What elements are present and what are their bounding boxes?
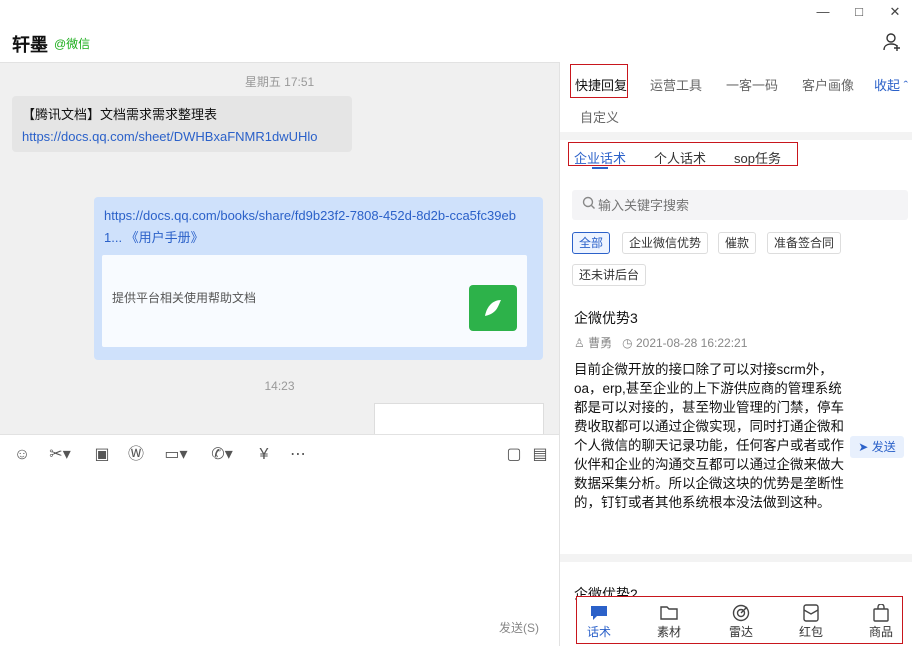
send-script-label: 发送 <box>871 440 896 454</box>
red-envelope-icon[interactable]: ¥ <box>254 445 274 465</box>
quick-reply-panel: 快捷回复 运营工具 一客一码 客户画像 收起 ˆ 自定义 企业话术 个人话术 s… <box>559 62 912 646</box>
divider <box>560 554 912 562</box>
nav-label: 商品 <box>868 625 893 639</box>
nav-radar[interactable]: 雷达 <box>721 603 761 640</box>
radar-icon <box>721 603 761 623</box>
script-author: 曹勇 <box>588 336 613 350</box>
chat-header: 轩墨 @微信 <box>0 20 912 62</box>
clock-icon: ◷ <box>622 336 633 350</box>
nav-products[interactable]: 商品 <box>861 603 901 640</box>
send-button[interactable]: 发送(S) <box>499 619 539 636</box>
tab-custom[interactable]: 自定义 <box>580 107 619 126</box>
user-icon: ♙ <box>574 336 585 350</box>
filter-chip[interactable]: 准备签合同 <box>767 232 842 254</box>
maximize-button[interactable]: □ <box>852 4 866 20</box>
window-controls: — □ ✕ <box>816 4 902 20</box>
message-input[interactable]: 发送(S) <box>0 472 559 646</box>
folder-icon[interactable]: ▭▾ <box>162 445 190 465</box>
send-icon: ➤ <box>858 440 869 454</box>
script-content: 目前企微开放的接口除了可以对接scrm外，oa，erp,甚至企业的上下游供应商的… <box>574 362 844 510</box>
chat-toolbar: ☺ ✂▾ ▣ Ⓦ ▭▾ ✆▾ ¥ ⋯ ▢ ▤ <box>0 434 559 472</box>
tab-customer-profile[interactable]: 客户画像 <box>802 75 854 94</box>
nav-red-packet[interactable]: 红包 <box>791 603 831 640</box>
red-packet-icon <box>791 603 831 623</box>
subtab-enterprise-scripts[interactable]: 企业话术 <box>574 148 626 167</box>
nav-label: 雷达 <box>728 625 753 639</box>
tab-ops-tools[interactable]: 运营工具 <box>650 75 702 94</box>
subtab-sop-tasks[interactable]: sop任务 <box>734 148 781 167</box>
active-tab-indicator <box>592 167 608 169</box>
script-time: 2021-08-28 16:22:21 <box>635 336 748 350</box>
chat-message-area[interactable]: 星期五 17:51 【腾讯文档】文档需求需求整理表 https://docs.q… <box>0 62 559 434</box>
nav-label: 素材 <box>656 625 681 639</box>
word-doc-icon[interactable]: Ⓦ <box>126 445 146 465</box>
tool-tabs: 快捷回复 运营工具 一客一码 客户画像 收起 ˆ 自定义 <box>560 62 912 132</box>
collapse-label: 收起 <box>874 78 901 93</box>
add-member-icon[interactable] <box>882 32 902 52</box>
divider <box>560 132 912 140</box>
filter-chip-all[interactable]: 全部 <box>572 232 611 254</box>
card-link[interactable]: https://docs.qq.com/books/share/fd9b23f2… <box>104 205 533 249</box>
search-icon <box>582 196 595 209</box>
timestamp: 星期五 17:51 <box>244 75 315 89</box>
script-meta: ♙ 曹勇 ◷ 2021-08-28 16:22:21 <box>574 334 747 351</box>
search-input[interactable] <box>598 195 898 215</box>
bottom-nav: 话术 素材 雷达 红包 商品 <box>576 596 903 644</box>
subtab-personal-scripts[interactable]: 个人话术 <box>654 148 706 167</box>
folder-icon <box>649 603 689 623</box>
contact-name: 轩墨 <box>12 35 48 55</box>
image-icon[interactable]: ▣ <box>92 445 112 465</box>
search-box[interactable] <box>572 190 908 220</box>
filter-chip[interactable]: 企业微信优势 <box>622 232 709 254</box>
send-script-button[interactable]: ➤ 发送 <box>850 436 904 458</box>
message-bubble[interactable]: 【腾讯文档】文档需求需求整理表 https://docs.qq.com/shee… <box>12 96 352 152</box>
message-link[interactable]: https://docs.qq.com/sheet/DWHBxaFNMR1dwU… <box>22 126 342 148</box>
card-preview[interactable]: 提供平台相关使用帮助文档 <box>102 255 527 347</box>
chevron-up-icon: ˆ <box>903 78 908 93</box>
timestamp: 14:23 <box>264 379 295 393</box>
emoji-icon[interactable]: ☺ <box>12 445 32 465</box>
nav-scripts[interactable]: 话术 <box>579 603 619 640</box>
app-logo-icon <box>469 285 517 331</box>
nav-label: 话术 <box>586 625 611 639</box>
chat-bubble-icon <box>579 603 619 623</box>
collapse-button[interactable]: 收起 ˆ <box>874 75 908 94</box>
filter-chip[interactable]: 催款 <box>718 232 757 254</box>
scissors-icon[interactable]: ✂▾ <box>46 445 74 465</box>
shopping-bag-icon <box>861 603 901 623</box>
close-button[interactable]: ✕ <box>888 4 902 20</box>
sidebar-toggle-icon[interactable]: ▤ <box>530 445 550 465</box>
card-description: 提供平台相关使用帮助文档 <box>112 291 257 305</box>
phone-icon[interactable]: ✆▾ <box>208 445 236 465</box>
message-text: 【腾讯文档】文档需求需求整理表 <box>22 107 218 122</box>
nav-label: 红包 <box>798 625 823 639</box>
link-card-message[interactable]: https://docs.qq.com/books/share/fd9b23f2… <box>94 197 543 360</box>
chat-record-icon[interactable]: ▢ <box>504 445 524 465</box>
image-message-thumbnail[interactable] <box>374 403 544 434</box>
tab-quick-reply[interactable]: 快捷回复 <box>575 75 627 94</box>
tab-one-customer-code[interactable]: 一客一码 <box>726 75 778 94</box>
nav-materials[interactable]: 素材 <box>649 603 689 640</box>
contact-source-tag: @微信 <box>54 37 91 51</box>
filter-chip[interactable]: 还未讲后台 <box>572 264 647 286</box>
more-icon[interactable]: ⋯ <box>288 445 308 465</box>
minimize-button[interactable]: — <box>816 4 830 20</box>
script-title: 企微优势3 <box>574 310 638 326</box>
